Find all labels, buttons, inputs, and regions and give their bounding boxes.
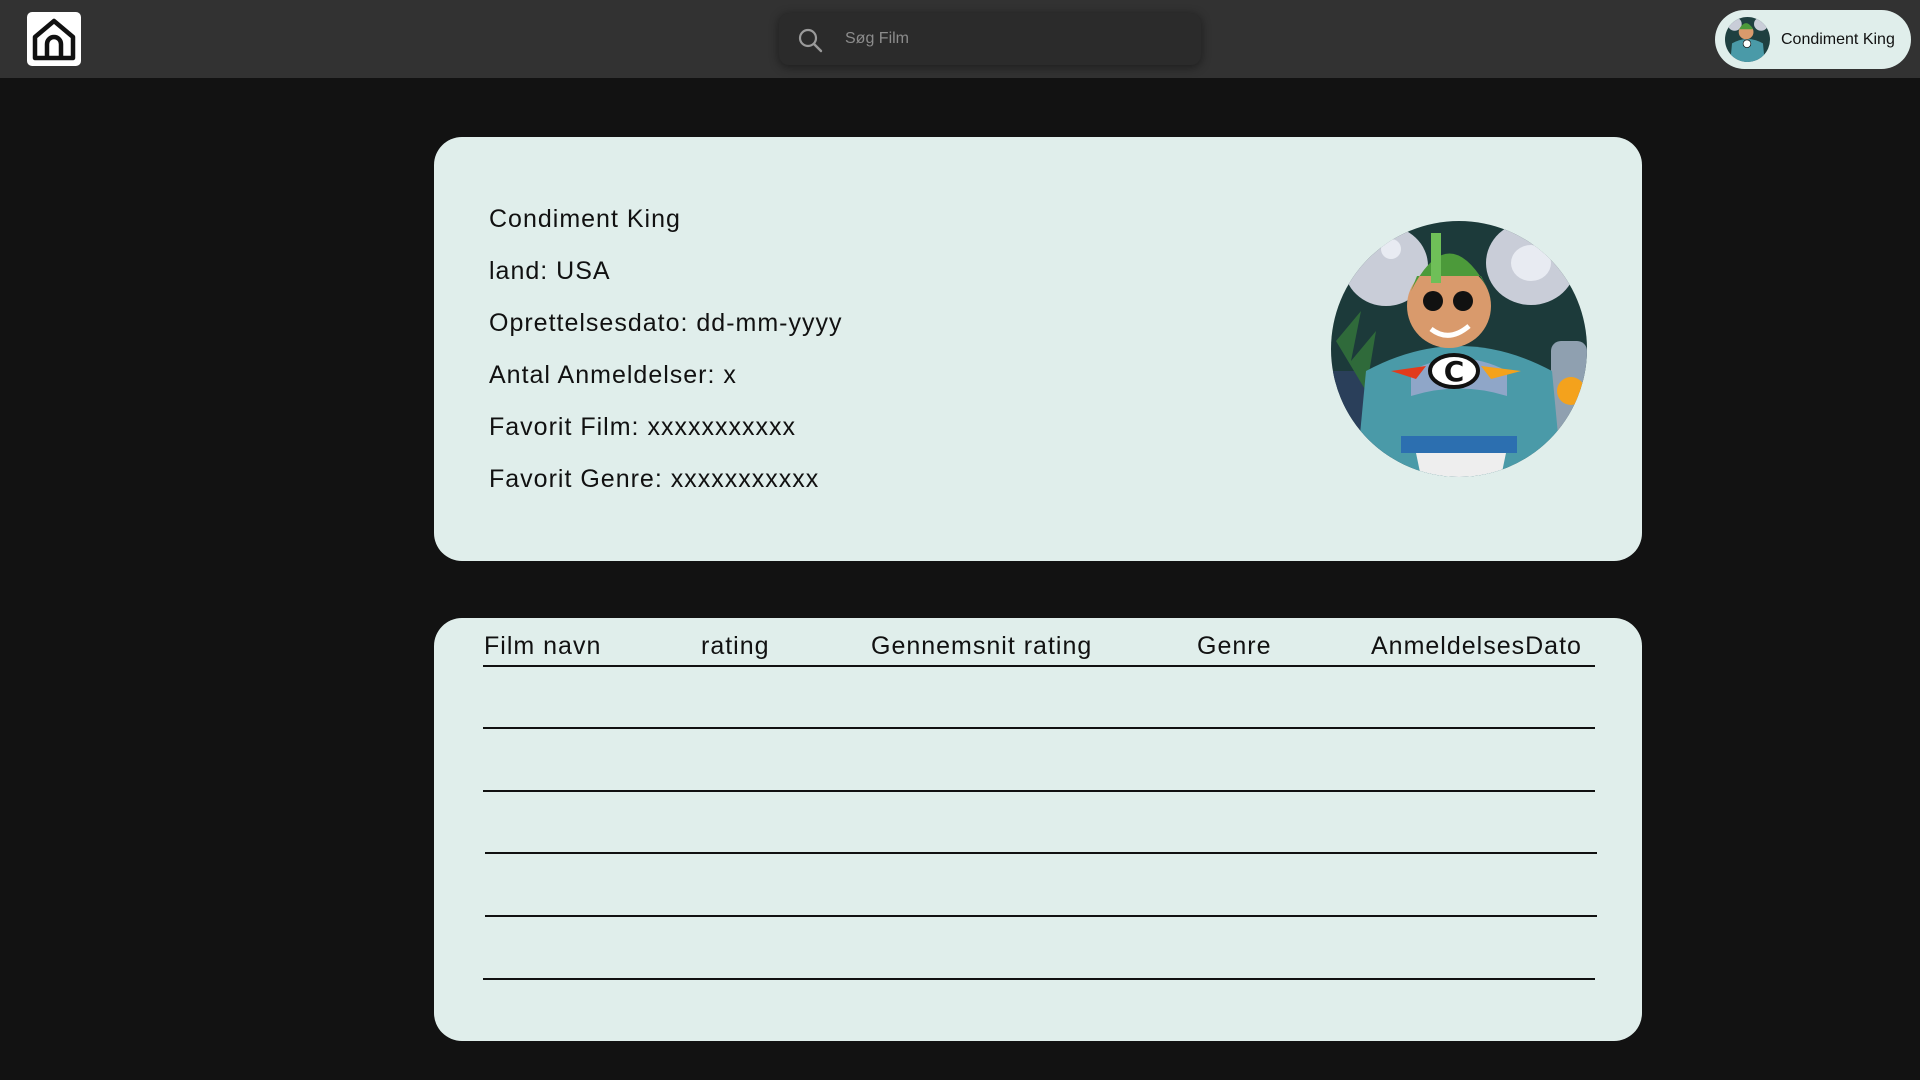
user-menu-button[interactable]: Condiment King — [1715, 10, 1911, 69]
svg-text:C: C — [1444, 355, 1465, 388]
header-divider — [483, 665, 1595, 667]
column-header-film-name: Film navn — [484, 632, 602, 660]
search-icon — [798, 28, 823, 53]
search-input[interactable] — [845, 13, 1185, 65]
user-name: Condiment King — [1781, 31, 1895, 48]
home-button[interactable] — [27, 12, 81, 66]
profile-review-count: Antal Anmeldelser: x — [489, 361, 737, 389]
search-bar — [779, 13, 1201, 65]
profile-country: land: USA — [489, 257, 611, 285]
profile-favorite-film: Favorit Film: xxxxxxxxxxx — [489, 413, 796, 441]
profile-created-date: Oprettelsesdato: dd-mm-yyyy — [489, 309, 843, 337]
profile-name: Condiment King — [489, 205, 681, 233]
table-row — [483, 727, 1595, 729]
column-header-genre: Genre — [1197, 632, 1272, 660]
table-row — [483, 790, 1595, 792]
column-header-average-rating: Gennemsnit rating — [871, 632, 1093, 660]
table-row — [485, 852, 1597, 854]
avatar — [1725, 17, 1770, 62]
table-row — [485, 915, 1597, 917]
home-icon — [32, 18, 76, 61]
profile-card: Condiment King land: USA Oprettelsesdato… — [434, 137, 1642, 561]
reviews-table: Film navn rating Gennemsnit rating Genre… — [434, 618, 1642, 1041]
profile-favorite-genre: Favorit Genre: xxxxxxxxxxx — [489, 465, 820, 493]
profile-avatar: C — [1331, 221, 1587, 477]
column-header-review-date: AnmeldelsesDato — [1371, 632, 1582, 660]
top-bar: Condiment King — [0, 0, 1920, 78]
table-row — [483, 978, 1595, 980]
column-header-rating: rating — [701, 632, 770, 660]
